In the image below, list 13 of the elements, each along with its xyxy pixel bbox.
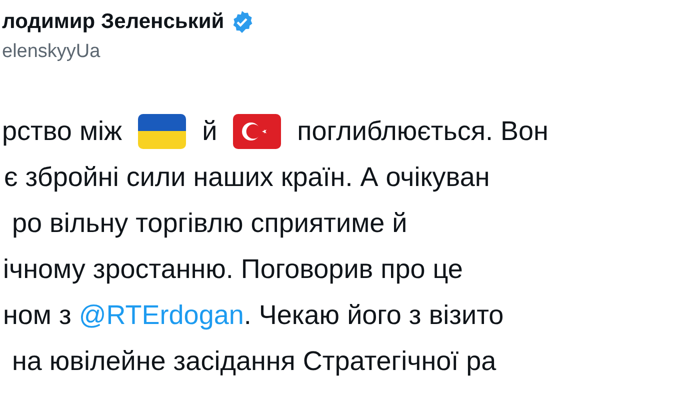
tweet-text: й bbox=[202, 116, 218, 146]
tweet-text-line: ном з @RTErdogan. Чекаю його з візито bbox=[3, 300, 504, 330]
tweet-text: поглиблюється. Вон bbox=[297, 116, 548, 146]
author-handle: elenskyyUa bbox=[2, 40, 100, 64]
tweet-text-line: ічному зростанню. Поговорив про це bbox=[3, 254, 463, 284]
tweet-text: рство між bbox=[2, 116, 122, 146]
turkey-flag-icon bbox=[233, 114, 282, 148]
mention-link[interactable]: @RTErdogan bbox=[78, 300, 244, 330]
ukraine-flag-icon bbox=[138, 114, 186, 148]
author-name: лодимир Зеленський bbox=[2, 9, 224, 35]
tweet-text-line: є збройні сили наших країн. А очікуван bbox=[4, 162, 490, 192]
tweet-text-line: на ювілейне засідання Стратегічної ра bbox=[12, 346, 496, 376]
tweet-text-line: ро вільну торгівлю сприятиме й bbox=[12, 208, 408, 238]
